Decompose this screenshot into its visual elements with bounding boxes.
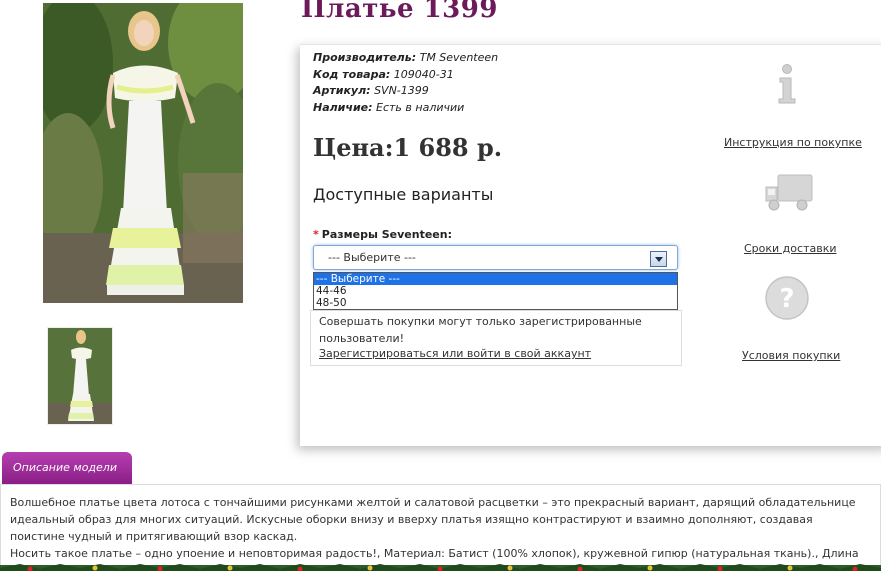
size-option-44-46[interactable]: 44-46 — [314, 285, 677, 297]
dropdown-arrow-icon[interactable] — [650, 251, 667, 267]
size-label: * Размеры Seventeen: — [313, 228, 452, 241]
article-value: SVN-1399 — [374, 84, 429, 97]
product-title: Платье 1399 — [301, 0, 498, 24]
manufacturer-row: Производитель: ТМ Seventeen — [313, 50, 498, 67]
login-notice-message: Совершать покупки могут только зарегистр… — [319, 315, 642, 345]
required-mark: * — [313, 228, 319, 241]
size-select[interactable]: --- Выберите --- — [313, 245, 678, 270]
login-link[interactable]: Зарегистрироваться или войти в свой акка… — [319, 347, 591, 360]
manufacturer-label: Производитель: — [313, 51, 417, 64]
svg-text:?: ? — [779, 284, 794, 314]
size-label-text: Размеры Seventeen: — [321, 228, 452, 241]
product-main-image[interactable] — [43, 3, 243, 303]
tab-description-label: Описание модели — [13, 461, 117, 474]
size-select-value: --- Выберите --- — [328, 251, 416, 264]
login-notice: Совершать покупки могут только зарегистр… — [310, 310, 682, 366]
availability-label: Наличие: — [313, 100, 373, 114]
availability-row: Наличие: Есть в наличии — [313, 100, 498, 117]
product-price: Цена:1 688 р. — [313, 133, 503, 162]
question-icon[interactable]: ? — [764, 275, 810, 325]
product-thumbnail[interactable] — [47, 327, 113, 425]
purchase-conditions-link[interactable]: Условия покупки — [742, 349, 840, 362]
size-option-48-50[interactable]: 48-50 — [314, 297, 677, 309]
garland-decoration — [0, 559, 881, 571]
size-dropdown-list[interactable]: --- Выберите --- 44-46 48-50 — [313, 272, 678, 310]
description-paragraph-1: Волшебное платье цвета лотоса с тончайши… — [10, 496, 856, 543]
article-label: Артикул: — [313, 84, 371, 97]
product-meta: Производитель: ТМ Seventeen Код товара: … — [313, 50, 498, 116]
truck-icon[interactable] — [764, 173, 814, 217]
size-option-placeholder[interactable]: --- Выберите --- — [314, 273, 677, 285]
product-code-row: Код товара: 109040-31 — [313, 67, 498, 84]
product-code-label: Код товара: — [313, 67, 391, 81]
purchase-instructions-link[interactable]: Инструкция по покупке — [724, 136, 862, 149]
manufacturer-value: ТМ Seventeen — [419, 51, 499, 64]
delivery-terms-link[interactable]: Сроки доставки — [744, 242, 837, 255]
info-icon[interactable] — [776, 64, 798, 108]
tab-description[interactable]: Описание модели — [2, 452, 132, 484]
article-row: Артикул: SVN-1399 — [313, 83, 498, 100]
variants-heading: Доступные варианты — [313, 185, 494, 204]
product-code-value: 109040-31 — [393, 67, 454, 81]
availability-value: Есть в наличии — [376, 100, 465, 114]
